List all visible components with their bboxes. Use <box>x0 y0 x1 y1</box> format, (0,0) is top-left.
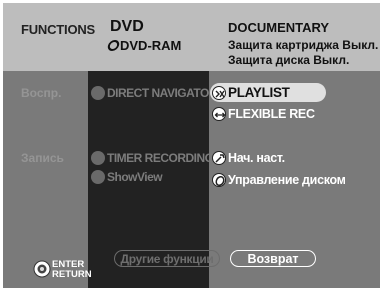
disc-protection-status: Защита диска Выкл. <box>228 53 350 67</box>
disc-icon <box>106 40 121 51</box>
enter-return-icon <box>33 260 51 278</box>
return-button[interactable]: Возврат <box>230 250 316 267</box>
return-hint: RETURN <box>52 269 92 280</box>
cartridge-protection-status: Защита картриджа Выкл. <box>228 38 379 52</box>
direct-navigator-label: DIRECT NAVIGATOR <box>107 86 218 100</box>
playlist-label: PLAYLIST <box>228 85 290 100</box>
timer-recording-label: TIMER RECORDING <box>107 151 214 165</box>
media-type: DVD-RAM <box>106 38 182 53</box>
functions-screen: FUNCTIONS DVD DVD-RAM DOCUMENTARY Защита… <box>3 3 380 288</box>
menu-showview[interactable]: ShowView <box>91 170 163 184</box>
other-functions-button[interactable]: Другие функции <box>114 250 220 267</box>
category-play: Воспр. <box>21 86 62 100</box>
category-panel <box>3 71 88 288</box>
menu-timer-recording[interactable]: TIMER RECORDING <box>91 151 214 165</box>
menu-disc-management[interactable]: Управление диском <box>212 173 346 187</box>
playlist-icon <box>212 85 226 100</box>
showview-label: ShowView <box>107 170 163 184</box>
disc-management-icon <box>212 173 226 187</box>
initial-setup-label: Нач. наст. <box>228 151 285 165</box>
menu-flexible-rec[interactable]: FLEXIBLE REC <box>212 107 315 121</box>
disc-management-label: Управление диском <box>228 173 346 187</box>
setup-icon <box>212 151 226 165</box>
menu-playlist[interactable]: PLAYLIST <box>212 85 290 100</box>
menu-initial-setup[interactable]: Нач. наст. <box>212 151 285 165</box>
flexible-rec-icon <box>212 107 226 121</box>
disc-type: DVD <box>110 18 144 35</box>
flexible-rec-label: FLEXIBLE REC <box>228 107 315 121</box>
header: FUNCTIONS DVD DVD-RAM DOCUMENTARY Защита… <box>3 3 380 71</box>
showview-icon <box>91 170 105 184</box>
media-type-label: DVD-RAM <box>120 38 182 53</box>
direct-navigator-icon <box>91 86 105 100</box>
timer-recording-icon <box>91 151 105 165</box>
category-record: Запись <box>21 151 64 165</box>
screen-title: FUNCTIONS <box>21 22 96 37</box>
enter-return-hint: ENTER RETURN <box>52 260 92 280</box>
genre-label: DOCUMENTARY <box>228 20 330 35</box>
menu-direct-navigator[interactable]: DIRECT NAVIGATOR <box>91 86 218 100</box>
